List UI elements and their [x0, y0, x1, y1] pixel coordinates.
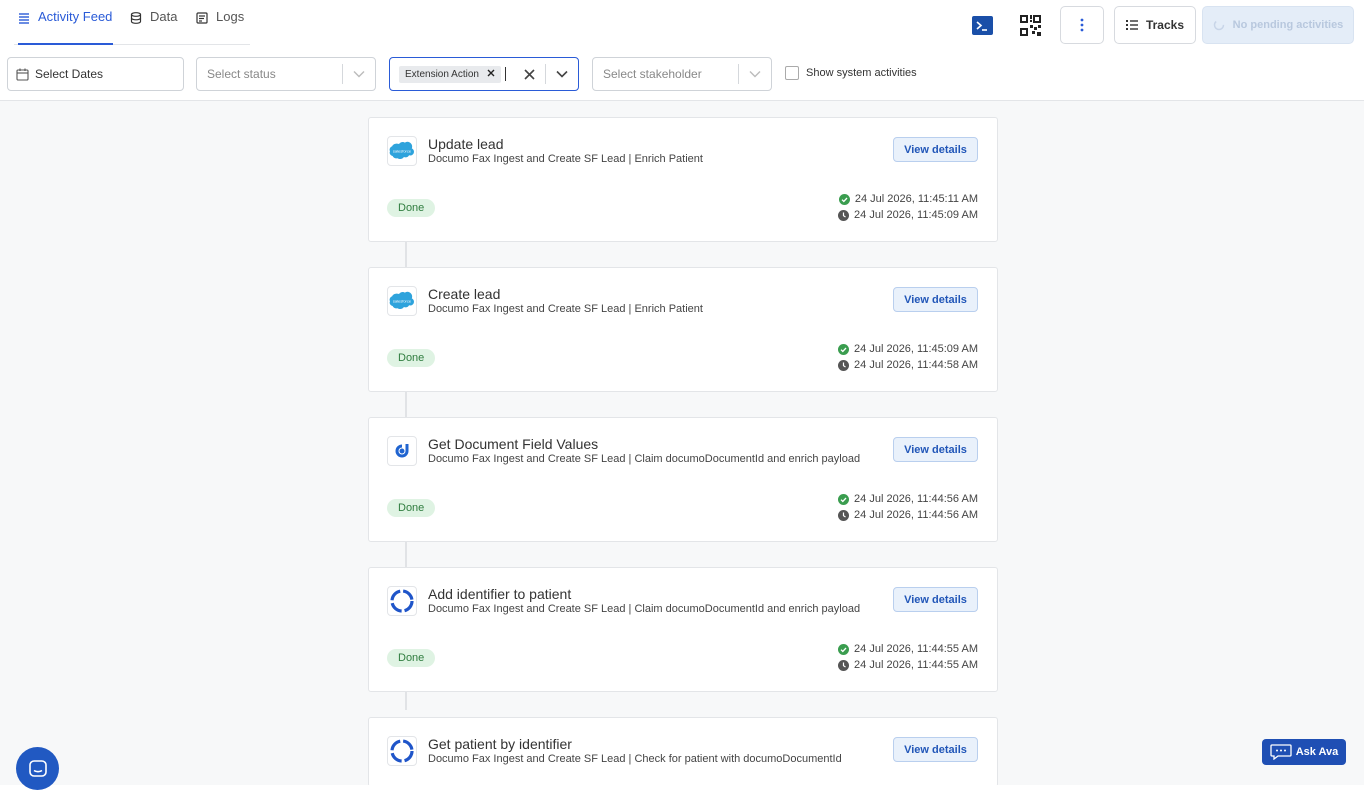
check-circle-icon	[838, 193, 850, 205]
activity-card: Get Document Field Values Documo Fax Ing…	[368, 417, 998, 542]
tracks-button[interactable]: Tracks	[1114, 6, 1196, 44]
activity-times: 24 Jul 2026, 11:45:09 AM 24 Jul 2026, 11…	[838, 341, 978, 373]
message-icon	[1270, 744, 1292, 760]
tab-logs-label: Logs	[216, 9, 245, 24]
status-badge: Done	[387, 199, 436, 217]
started-time: 24 Jul 2026, 11:44:55 AM	[854, 659, 978, 671]
tab-activity-feed[interactable]: Activity Feed	[18, 9, 113, 45]
chevron-down-icon[interactable]	[343, 70, 375, 78]
activity-title: Update lead	[428, 136, 504, 152]
chat-icon	[28, 759, 47, 777]
pending-activities-label: No pending activities	[1232, 19, 1344, 31]
action-type-select[interactable]: Extension Action	[389, 57, 579, 91]
completed-time: 24 Jul 2026, 11:45:09 AM	[854, 343, 978, 355]
stakeholder-select[interactable]: Select stakeholder	[592, 57, 772, 91]
logs-icon	[196, 12, 208, 24]
date-range-label: Select Dates	[35, 67, 104, 81]
clock-icon	[838, 659, 850, 671]
started-time: 24 Jul 2026, 11:45:09 AM	[854, 209, 978, 221]
chevron-down-icon[interactable]	[739, 70, 771, 78]
tab-activity-feed-label: Activity Feed	[38, 9, 113, 24]
clock-icon	[838, 509, 850, 521]
tab-data[interactable]: Data	[130, 9, 177, 45]
activity-times: 24 Jul 2026, 11:44:56 AM 24 Jul 2026, 11…	[838, 491, 978, 523]
salesforce-logo-icon: salesforce	[387, 136, 417, 166]
tab-bar: Activity Feed Data Logs	[14, 0, 250, 45]
activity-times: 24 Jul 2026, 11:44:55 AM 24 Jul 2026, 11…	[838, 641, 978, 673]
more-options-button[interactable]	[1060, 6, 1104, 44]
check-circle-icon	[838, 643, 850, 655]
activity-subtitle: Documo Fax Ingest and Create SF Lead | E…	[428, 303, 703, 315]
qr-code-icon	[1019, 14, 1041, 36]
chip-remove-icon[interactable]	[487, 69, 495, 80]
activity-card: Get patient by identifier Documo Fax Ing…	[368, 717, 998, 787]
terminal-button[interactable]	[965, 9, 999, 41]
action-type-chip: Extension Action	[399, 65, 501, 83]
awell-logo-icon	[387, 736, 417, 766]
status-badge: Done	[387, 499, 436, 517]
clock-icon	[838, 209, 850, 221]
status-placeholder: Select status	[207, 67, 276, 81]
database-icon	[130, 12, 142, 24]
status-select[interactable]: Select status	[196, 57, 376, 91]
tab-data-label: Data	[150, 9, 178, 24]
pending-activities-button[interactable]: No pending activities	[1202, 6, 1354, 44]
tracks-label: Tracks	[1145, 18, 1185, 32]
chat-launcher-button[interactable]	[16, 747, 59, 790]
system-activities-toggle[interactable]: Show system activities	[785, 66, 917, 80]
spinner-icon	[1213, 19, 1224, 31]
view-details-button[interactable]: View details	[893, 737, 978, 762]
status-badge: Done	[387, 649, 436, 667]
svg-text:salesforce: salesforce	[393, 149, 412, 154]
documo-logo-icon	[387, 436, 417, 466]
activity-subtitle: Documo Fax Ingest and Create SF Lead | C…	[428, 753, 842, 765]
ask-ava-label: Ask Ava	[1295, 746, 1339, 758]
activity-card: salesforce Create lead Documo Fax Ingest…	[368, 267, 998, 392]
clear-icon[interactable]	[513, 68, 545, 80]
ask-ava-button[interactable]: Ask Ava	[1262, 739, 1346, 765]
top-bar: Activity Feed Data Logs Tracks No pendin…	[0, 0, 1364, 101]
completed-time: 24 Jul 2026, 11:44:55 AM	[854, 643, 978, 655]
completed-time: 24 Jul 2026, 11:45:11 AM	[854, 193, 978, 205]
date-range-picker[interactable]: Select Dates	[7, 57, 184, 91]
system-activities-label: Show system activities	[806, 67, 917, 79]
activity-card: salesforce Update lead Documo Fax Ingest…	[368, 117, 998, 242]
clock-icon	[838, 359, 850, 371]
terminal-icon	[971, 15, 993, 35]
started-time: 24 Jul 2026, 11:44:56 AM	[854, 509, 978, 521]
view-details-button[interactable]: View details	[893, 437, 978, 462]
view-details-button[interactable]: View details	[893, 137, 978, 162]
activity-subtitle: Documo Fax Ingest and Create SF Lead | C…	[428, 603, 861, 615]
view-details-button[interactable]: View details	[893, 287, 978, 312]
awell-logo-icon	[387, 586, 417, 616]
activity-title: Create lead	[428, 286, 501, 302]
tab-logs[interactable]: Logs	[196, 9, 244, 45]
calendar-icon	[16, 68, 29, 81]
chevron-down-icon[interactable]	[546, 70, 578, 78]
action-type-chip-label: Extension Action	[405, 68, 479, 80]
list-icon	[19, 13, 29, 24]
bottom-strip	[0, 785, 1364, 801]
svg-text:salesforce: salesforce	[393, 299, 412, 304]
activity-subtitle: Documo Fax Ingest and Create SF Lead | C…	[428, 453, 861, 465]
qr-code-button[interactable]	[1013, 9, 1047, 41]
list-icon	[1125, 20, 1138, 30]
salesforce-logo-icon: salesforce	[387, 286, 417, 316]
activity-title: Get patient by identifier	[428, 736, 572, 752]
activity-card: Add identifier to patient Documo Fax Ing…	[368, 567, 998, 692]
check-circle-icon	[838, 493, 850, 505]
activity-title: Add identifier to patient	[428, 586, 572, 602]
check-circle-icon	[838, 343, 850, 355]
activity-times: 24 Jul 2026, 11:45:11 AM 24 Jul 2026, 11…	[838, 191, 978, 223]
activity-subtitle: Documo Fax Ingest and Create SF Lead | E…	[428, 153, 703, 165]
completed-time: 24 Jul 2026, 11:44:56 AM	[854, 493, 978, 505]
status-badge: Done	[387, 349, 436, 367]
more-vertical-icon	[1080, 18, 1084, 32]
stakeholder-placeholder: Select stakeholder	[603, 67, 702, 81]
started-time: 24 Jul 2026, 11:44:58 AM	[854, 359, 978, 371]
system-activities-checkbox[interactable]	[785, 66, 799, 80]
text-cursor	[504, 67, 506, 81]
view-details-button[interactable]: View details	[893, 587, 978, 612]
activity-title: Get Document Field Values	[428, 436, 599, 452]
